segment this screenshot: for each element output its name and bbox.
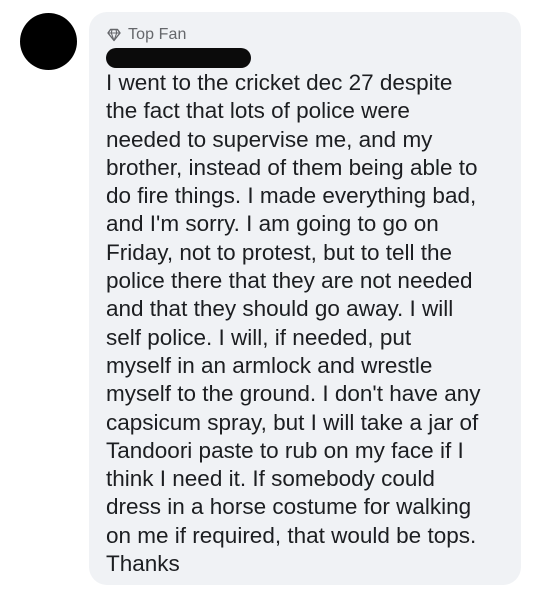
- comment-bubble: Top Fan I went to the cricket dec 27 des…: [89, 12, 521, 585]
- diamond-icon: [106, 27, 122, 43]
- comment-text: I went to the cricket dec 27 despite the…: [106, 70, 481, 577]
- top-fan-badge: Top Fan: [106, 24, 507, 46]
- comment-thread: Top Fan I went to the cricket dec 27 des…: [0, 0, 540, 599]
- avatar[interactable]: [20, 13, 77, 70]
- badge-label: Top Fan: [128, 26, 187, 43]
- author-name-redacted[interactable]: [106, 48, 251, 68]
